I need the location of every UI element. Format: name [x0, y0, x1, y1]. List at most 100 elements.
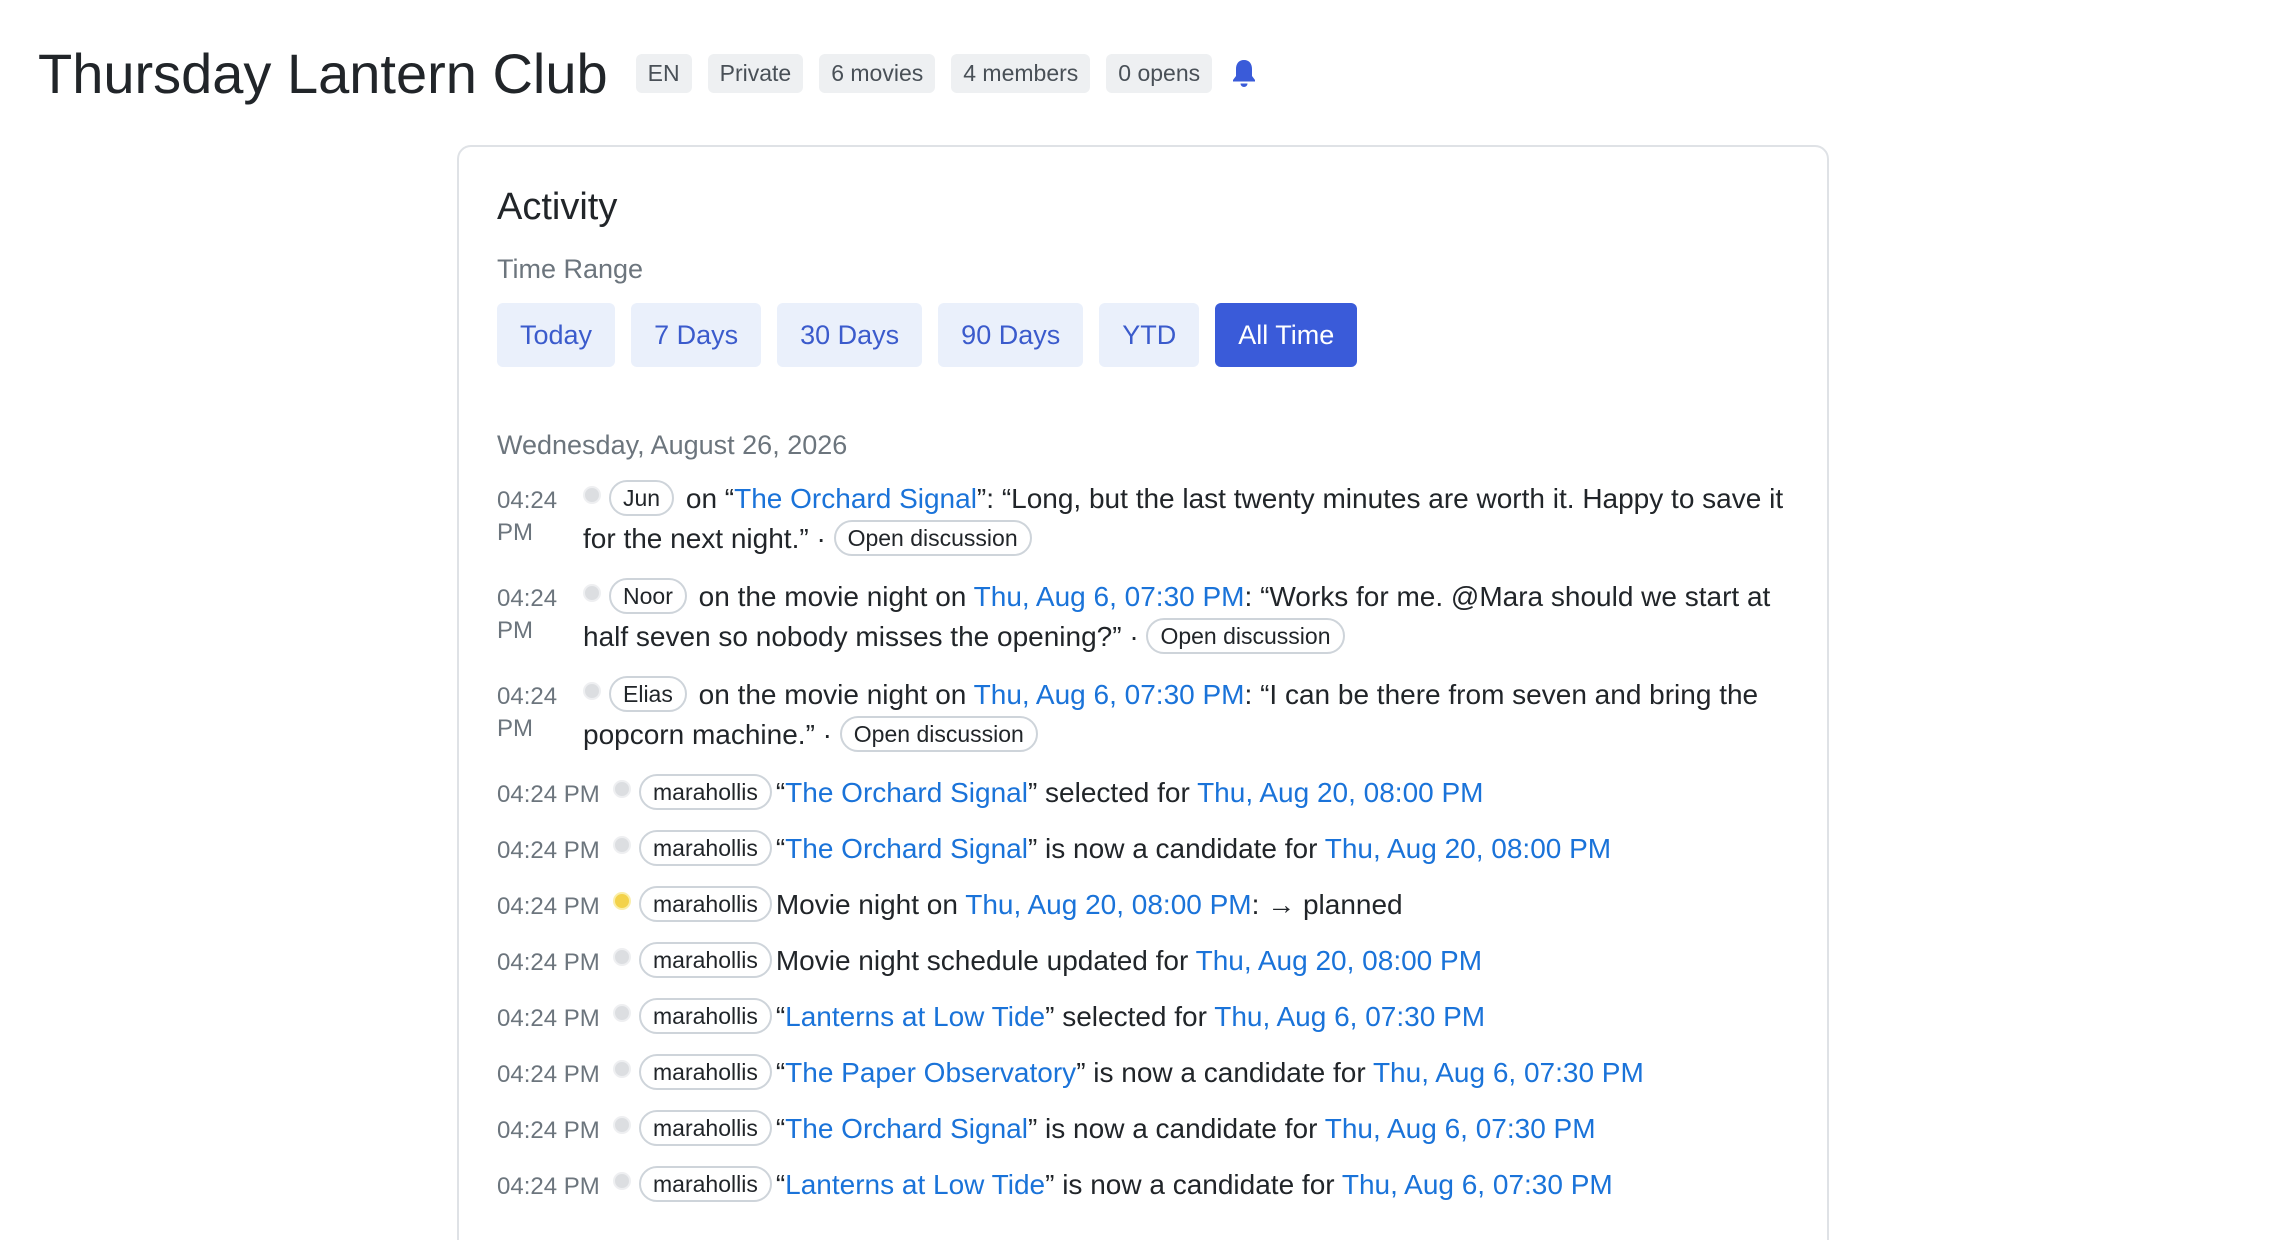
user-chip[interactable]: marahollis: [639, 942, 772, 978]
open-discussion-button[interactable]: Open discussion: [833, 520, 1032, 556]
members-count-badge: 4 members: [951, 53, 1091, 93]
entry-time-ampm: PM: [497, 715, 533, 742]
entry-text: Movie night schedule updated for: [775, 945, 1196, 976]
movies-count-badge: 6 movies: [819, 53, 936, 93]
user-chip[interactable]: Noor: [609, 578, 687, 614]
entry-text: Movie night on: [775, 889, 966, 920]
entry-time: 04:24 PM: [497, 675, 583, 745]
entry-time: 04:24 PM: [497, 577, 583, 647]
range-button-ytd[interactable]: YTD: [1099, 303, 1200, 367]
user-chip[interactable]: marahollis: [639, 998, 772, 1034]
entry-link[interactable]: Thu, Aug 6, 07:30 PM: [1325, 1113, 1596, 1144]
range-button-today[interactable]: Today: [497, 303, 616, 367]
entry-link[interactable]: Lanterns at Low Tide: [785, 1001, 1045, 1032]
range-button-90-days[interactable]: 90 Days: [938, 303, 1084, 367]
entry-body: Elias on the movie night on Thu, Aug 6, …: [583, 675, 1793, 755]
entry-body: marahollis “The Orchard Signal” is now a …: [613, 1109, 1793, 1149]
bell-icon-graphic: [1233, 60, 1256, 87]
page: Thursday Lantern Club EN Private 6 movie…: [0, 0, 2288, 1240]
open-discussion-button[interactable]: Open discussion: [1146, 618, 1345, 654]
user-chip[interactable]: marahollis: [639, 1110, 772, 1146]
bell-icon[interactable]: [1228, 57, 1260, 89]
range-button-all-time[interactable]: All Time: [1215, 303, 1358, 367]
comment-entry: 04:24 PM Noor on the movie night on Thu, A…: [497, 577, 1793, 657]
entry-text: “: [775, 1169, 786, 1200]
entry-text: “: [775, 1113, 786, 1144]
comment-entry: 04:24 PM Jun on “The Orchard Signal”: “Lon…: [497, 479, 1793, 559]
entry-text: ” selected for: [1027, 777, 1198, 808]
entry-text: “: [775, 833, 786, 864]
comment-entry: 04:24 PM Elias on the movie night on Thu, …: [497, 675, 1793, 755]
event-entry: 04:24 PM marahollis “The Orchard Signal” s…: [497, 773, 1793, 813]
status-dot-highlight: [613, 892, 631, 910]
entry-time-hm: 04:24: [497, 683, 558, 710]
user-chip[interactable]: marahollis: [639, 886, 772, 922]
user-chip[interactable]: marahollis: [639, 1054, 772, 1090]
entry-link[interactable]: Thu, Aug 20, 08:00 PM: [1197, 777, 1483, 808]
time-range-buttons: Today 7 Days 30 Days 90 Days YTD All Time: [497, 303, 1789, 367]
entry-link[interactable]: Thu, Aug 6, 07:30 PM: [1373, 1057, 1644, 1088]
entry-text: on the movie night on: [690, 581, 974, 612]
language-badge: EN: [635, 53, 692, 93]
entry-link[interactable]: Thu, Aug 20, 08:00 PM: [1196, 945, 1482, 976]
entry-link[interactable]: Thu, Aug 6, 07:30 PM: [974, 679, 1245, 710]
entry-body: marahollis “The Paper Observatory” is now…: [613, 1053, 1793, 1093]
user-chip[interactable]: Elias: [609, 676, 687, 712]
open-discussion-button[interactable]: Open discussion: [839, 716, 1038, 752]
entry-text: ” is now a candidate for: [1045, 1169, 1342, 1200]
entry-text: “: [775, 1057, 786, 1088]
entry-body: marahollis “Lanterns at Low Tide” selecte…: [613, 997, 1793, 1037]
status-dot: [613, 1172, 631, 1190]
user-chip[interactable]: marahollis: [639, 774, 772, 810]
entry-link[interactable]: Thu, Aug 6, 07:30 PM: [1214, 1001, 1485, 1032]
separator: ·: [814, 719, 840, 750]
entry-link[interactable]: The Orchard Signal: [785, 833, 1028, 864]
separator: ·: [1121, 621, 1147, 652]
entry-time: 04:24 PM: [497, 893, 600, 920]
status-dot: [613, 1060, 631, 1078]
entry-link[interactable]: Lanterns at Low Tide: [785, 1169, 1045, 1200]
entry-text: on “: [678, 483, 735, 514]
entry-text: on the movie night on: [690, 679, 974, 710]
entry-time: 04:24 PM: [497, 1173, 600, 1200]
activity-feed: 04:24 PM Jun on “The Orchard Signal”: “Lon…: [497, 479, 1793, 1205]
entry-link[interactable]: Thu, Aug 6, 07:30 PM: [1342, 1169, 1613, 1200]
separator: ·: [808, 523, 834, 554]
event-entry: 04:24 PM marahollis “The Orchard Signal” i…: [497, 1109, 1793, 1149]
entry-time: 04:24 PM: [497, 837, 600, 864]
entry-body: marahollis Movie night schedule updated f…: [613, 941, 1793, 981]
entry-time: 04:24 PM: [497, 949, 600, 976]
entry-link[interactable]: The Paper Observatory: [785, 1057, 1076, 1088]
entry-body: Noor on the movie night on Thu, Aug 6, 0…: [583, 577, 1793, 657]
day-heading: Wednesday, August 26, 2026: [497, 430, 848, 460]
entry-time: 04:24 PM: [497, 1005, 600, 1032]
user-chip[interactable]: Jun: [609, 480, 675, 516]
entry-time: 04:24 PM: [497, 781, 600, 808]
entry-text: “: [775, 1001, 786, 1032]
entry-link[interactable]: The Orchard Signal: [734, 483, 977, 514]
entry-text: ” is now a candidate for: [1076, 1057, 1373, 1088]
entry-time: 04:24 PM: [497, 479, 583, 549]
visibility-badge: Private: [707, 53, 804, 93]
entry-time-hm: 04:24: [497, 585, 558, 612]
range-button-7-days[interactable]: 7 Days: [631, 303, 762, 367]
entry-body: marahollis “Lanterns at Low Tide” is now …: [613, 1165, 1793, 1205]
entry-text: ”:: [976, 483, 1002, 514]
entry-link[interactable]: The Orchard Signal: [785, 1113, 1028, 1144]
status-dot: [613, 1116, 631, 1134]
entry-link[interactable]: Thu, Aug 20, 08:00 PM: [965, 889, 1251, 920]
entry-body: marahollis “The Orchard Signal” selected …: [613, 773, 1793, 813]
entry-link[interactable]: The Orchard Signal: [785, 777, 1028, 808]
user-chip[interactable]: marahollis: [639, 830, 772, 866]
event-entry: 04:24 PM marahollis Movie night on Thu, Au…: [497, 885, 1793, 925]
entry-text: “: [775, 777, 786, 808]
time-range-label: Time Range: [497, 254, 644, 284]
entry-link[interactable]: Thu, Aug 20, 08:00 PM: [1325, 833, 1611, 864]
range-button-30-days[interactable]: 30 Days: [777, 303, 923, 367]
entry-link[interactable]: Thu, Aug 6, 07:30 PM: [974, 581, 1245, 612]
user-chip[interactable]: marahollis: [639, 1166, 772, 1202]
club-header: Thursday Lantern Club EN Private 6 movie…: [38, 38, 1260, 108]
entry-time-hm: 04:24: [497, 487, 558, 514]
entry-body: marahollis “The Orchard Signal” is now a …: [613, 829, 1793, 869]
club-title: Thursday Lantern Club: [38, 41, 608, 105]
